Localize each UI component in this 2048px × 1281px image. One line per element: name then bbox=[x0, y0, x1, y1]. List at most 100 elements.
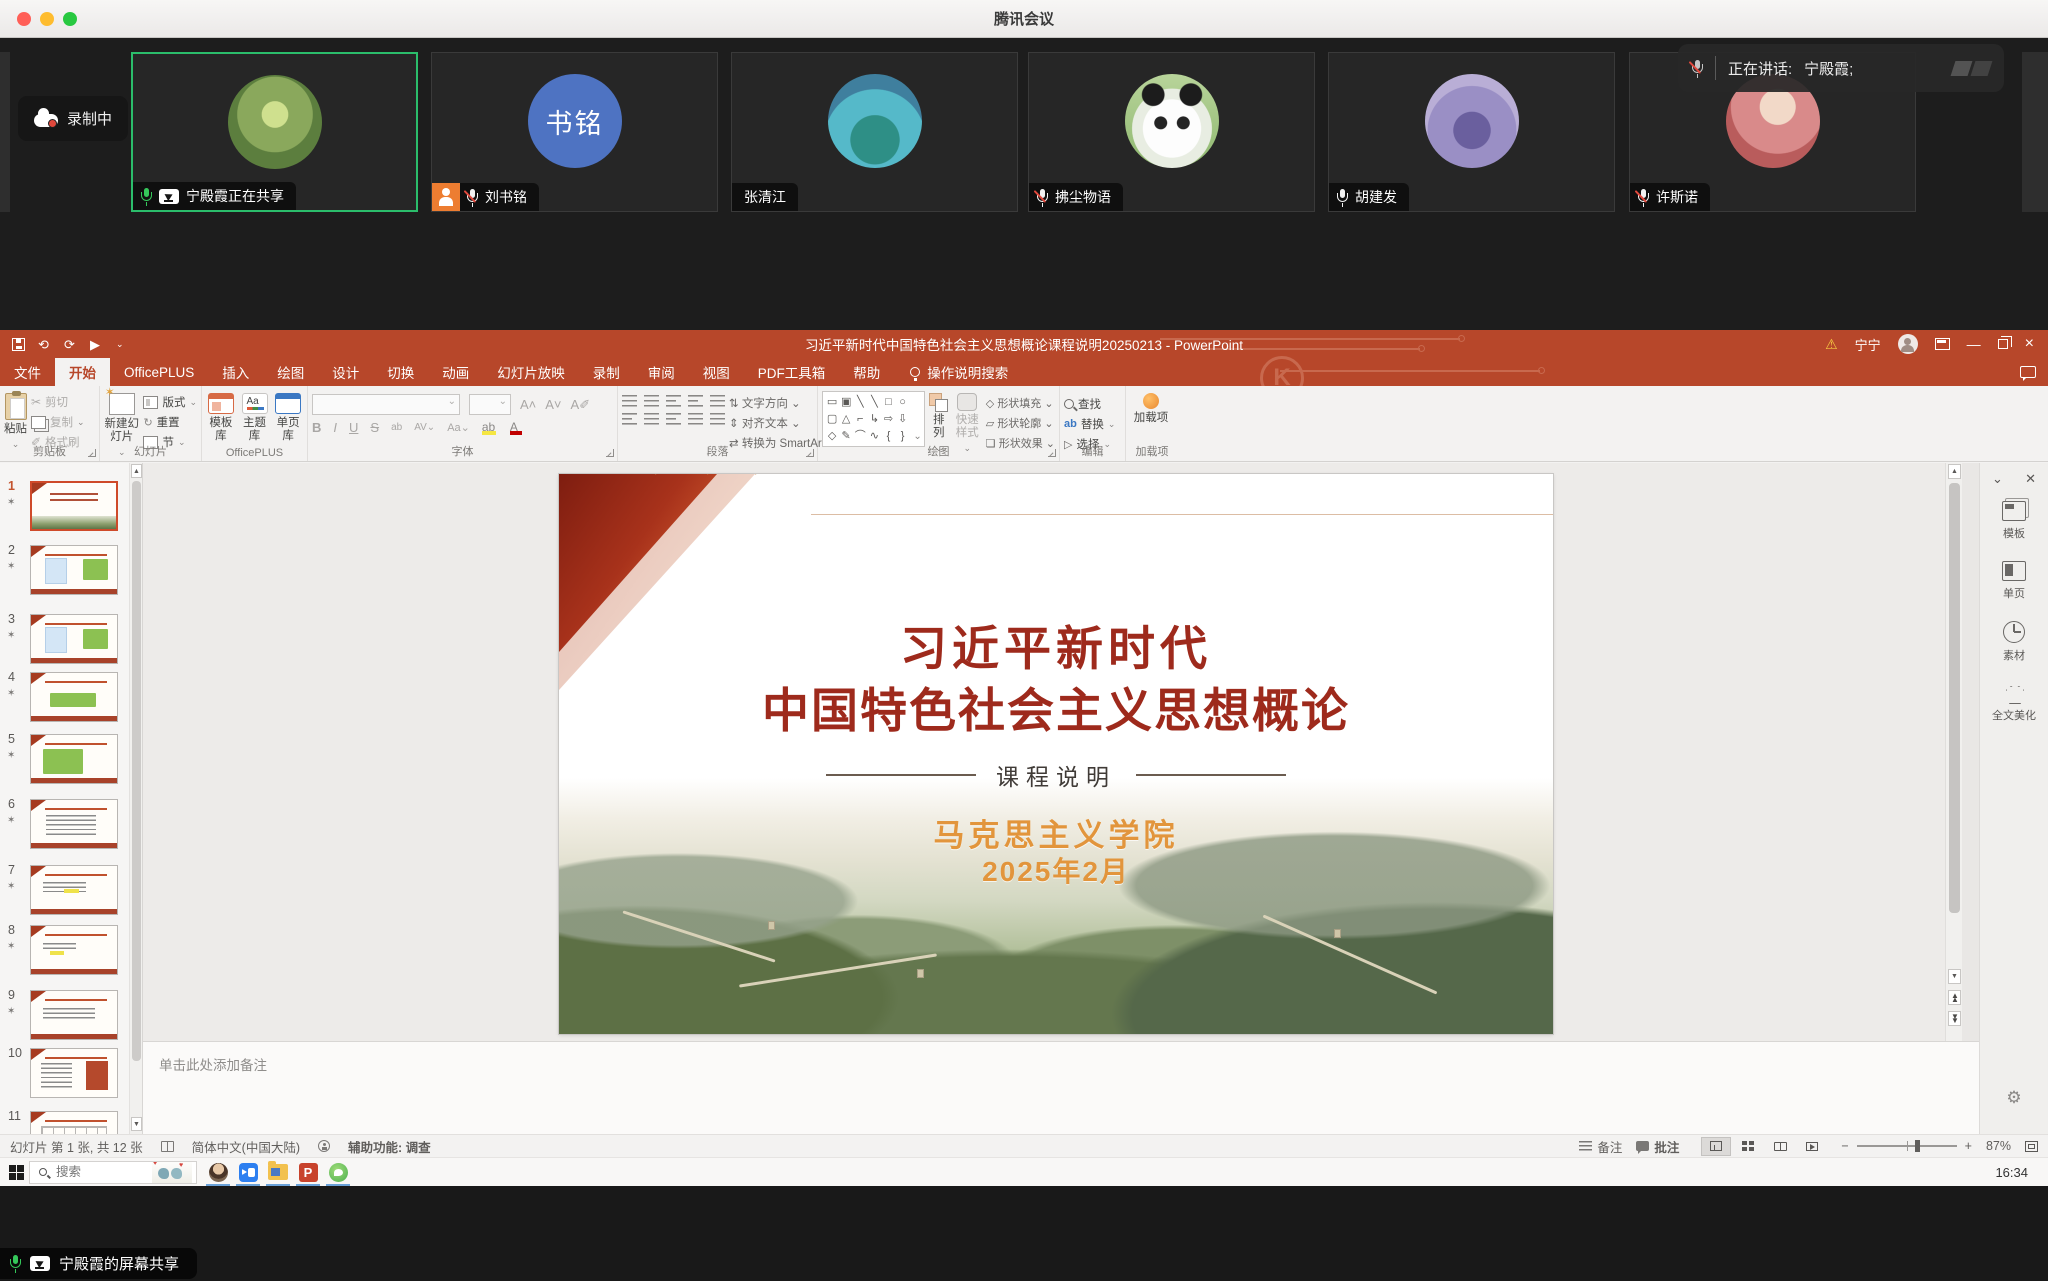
increase-indent-button[interactable] bbox=[688, 395, 703, 408]
slide-date[interactable]: 2025年2月 bbox=[559, 850, 1553, 890]
shape-outline-button[interactable]: ▱ 形状轮廓 ⌄ bbox=[986, 415, 1055, 431]
tab-insert[interactable]: 插入 bbox=[208, 358, 263, 386]
dialog-launcher-icon[interactable] bbox=[88, 449, 96, 457]
theme-library-button[interactable]: 主题库 bbox=[240, 391, 270, 443]
text-shadow-button[interactable]: ab bbox=[391, 422, 402, 433]
template-library-button[interactable]: 模板库 bbox=[206, 391, 236, 443]
italic-button[interactable]: I bbox=[333, 420, 337, 435]
zoom-in-button[interactable]: + bbox=[1965, 1139, 1972, 1153]
video-tile-hujianfa[interactable]: 胡建发 bbox=[1328, 52, 1615, 212]
tab-view[interactable]: 视图 bbox=[689, 358, 744, 386]
cut-button[interactable]: ✂剪切 bbox=[31, 394, 85, 410]
bullets-button[interactable] bbox=[622, 395, 637, 408]
scrollbar-thumb[interactable] bbox=[132, 481, 141, 1061]
account-avatar[interactable] bbox=[1898, 334, 1918, 354]
bold-button[interactable]: B bbox=[312, 420, 321, 435]
tab-design[interactable]: 设计 bbox=[318, 358, 373, 386]
font-size-select[interactable] bbox=[469, 394, 511, 415]
panel-close-icon[interactable]: ✕ bbox=[2025, 471, 2036, 487]
slide-title-line2[interactable]: 中国特色社会主义思想概论 bbox=[559, 672, 1553, 741]
tab-help[interactable]: 帮助 bbox=[839, 358, 894, 386]
slide-scrollbar[interactable]: ▲ ▼ ▲▲ ▼▼ bbox=[1945, 463, 1962, 1041]
panel-collapse-icon[interactable]: ⌄ bbox=[1992, 471, 2003, 487]
zoom-slider-thumb[interactable] bbox=[1915, 1140, 1920, 1152]
search-input[interactable] bbox=[54, 1164, 145, 1180]
dialog-launcher-icon[interactable] bbox=[606, 449, 614, 457]
comments-toggle[interactable]: 批注 bbox=[1636, 1137, 1679, 1156]
video-tile-zhangqingjiang[interactable]: 张清江 bbox=[731, 52, 1018, 212]
paste-button[interactable]: 粘贴⌄ bbox=[4, 391, 27, 450]
taskbar-app-meeting[interactable] bbox=[233, 1158, 263, 1186]
scroll-up-icon[interactable]: ▲ bbox=[1948, 464, 1961, 479]
notes-pane[interactable]: 单击此处添加备注 bbox=[143, 1041, 1979, 1134]
scrollbar-thumb[interactable] bbox=[1949, 483, 1960, 913]
zoom-out-button[interactable]: − bbox=[1841, 1139, 1848, 1153]
slide-canvas[interactable]: 习近平新时代 中国特色社会主义思想概论 课程说明 马克思主义学院 2025年2月 bbox=[143, 463, 1962, 1041]
tab-pdf-tools[interactable]: PDF工具箱 bbox=[744, 358, 840, 386]
recording-indicator[interactable]: 录制中 bbox=[18, 96, 128, 141]
slideshow-view-button[interactable] bbox=[1797, 1137, 1827, 1156]
align-center-button[interactable] bbox=[644, 413, 659, 426]
taskbar-app-contacts[interactable] bbox=[203, 1158, 233, 1186]
tab-transitions[interactable]: 切换 bbox=[373, 358, 428, 386]
taskbar-clock[interactable]: 16:34 bbox=[1995, 1165, 2048, 1180]
notes-placeholder[interactable]: 单击此处添加备注 bbox=[143, 1042, 1979, 1086]
taskbar-app-wechat[interactable] bbox=[323, 1158, 353, 1186]
notes-toggle[interactable]: 备注 bbox=[1579, 1137, 1622, 1156]
decrease-indent-button[interactable] bbox=[666, 395, 681, 408]
scroll-down-icon[interactable]: ▼ bbox=[131, 1117, 142, 1131]
taskbar-app-powerpoint[interactable]: P bbox=[293, 1158, 323, 1186]
find-button[interactable]: 查找 bbox=[1064, 396, 1115, 412]
shape-fill-button[interactable]: ◇ 形状填充 ⌄ bbox=[986, 395, 1055, 411]
shapes-gallery[interactable]: ▭▣╲╲□○ ▢△⌐↳⇨⇩ ◇✎⌒∿{} bbox=[822, 391, 925, 447]
sidepanel-page[interactable]: 单页 bbox=[1980, 561, 2048, 601]
copy-button[interactable]: 复制⌄ bbox=[31, 414, 85, 430]
slide-organization[interactable]: 马克思主义学院 bbox=[559, 810, 1553, 855]
accessibility-status[interactable]: 辅助功能: 调查 bbox=[348, 1137, 431, 1156]
taskbar-app-explorer[interactable] bbox=[263, 1158, 293, 1186]
tab-file[interactable]: 文件 bbox=[0, 358, 55, 386]
change-case-button[interactable]: Aa⌄ bbox=[447, 421, 470, 434]
dialog-launcher-icon[interactable] bbox=[1048, 449, 1056, 457]
numbering-button[interactable] bbox=[644, 395, 659, 408]
grow-font-button[interactable]: A˄ bbox=[520, 397, 536, 412]
restore-button[interactable] bbox=[1998, 339, 2008, 349]
thumbnail-scrollbar[interactable]: ▲ ▼ bbox=[129, 463, 142, 1134]
reading-view-button[interactable] bbox=[1765, 1137, 1795, 1156]
customize-quick-access-icon[interactable]: ⌄ bbox=[116, 338, 129, 351]
slide-title-line1[interactable]: 习近平新时代 bbox=[559, 610, 1553, 679]
tab-officeplus[interactable]: OfficePLUS bbox=[110, 358, 208, 386]
next-slide-button[interactable]: ▼▼ bbox=[1948, 1011, 1961, 1026]
spellcheck-icon[interactable] bbox=[161, 1141, 174, 1152]
tab-animations[interactable]: 动画 bbox=[428, 358, 483, 386]
tab-review[interactable]: 审阅 bbox=[634, 358, 689, 386]
font-color-button[interactable]: A bbox=[510, 420, 526, 435]
layout-button[interactable]: 版式⌄ bbox=[143, 394, 197, 410]
tab-record[interactable]: 录制 bbox=[579, 358, 634, 386]
search-widget-image[interactable] bbox=[152, 1162, 192, 1183]
minimize-button[interactable]: — bbox=[1967, 337, 1981, 351]
close-button[interactable]: × bbox=[2025, 336, 2034, 352]
video-tile-liushuming[interactable]: 书铭 刘书铭 bbox=[431, 52, 718, 212]
strikethrough-button[interactable]: S bbox=[370, 420, 379, 435]
taskbar-search[interactable] bbox=[29, 1161, 197, 1184]
scroll-up-icon[interactable]: ▲ bbox=[131, 464, 142, 478]
zoom-slider[interactable] bbox=[1857, 1145, 1957, 1147]
video-tile-ningdianxia[interactable]: 宁殿霞正在共享 bbox=[131, 52, 418, 212]
reset-button[interactable]: ↻重置 bbox=[143, 414, 197, 430]
video-tile-fuchenwuyu[interactable]: 拂尘物语 bbox=[1028, 52, 1315, 212]
slide-1-editing-view[interactable]: 习近平新时代 中国特色社会主义思想概论 课程说明 马克思主义学院 2025年2月 bbox=[559, 474, 1553, 1034]
sidepanel-template[interactable]: 模板 bbox=[1980, 501, 2048, 541]
underline-button[interactable]: U bbox=[349, 420, 358, 435]
ribbon-display-options-icon[interactable] bbox=[1935, 338, 1950, 350]
dialog-launcher-icon[interactable] bbox=[806, 449, 814, 457]
previous-slide-button[interactable]: ▲▲ bbox=[1948, 990, 1961, 1005]
tab-draw[interactable]: 绘图 bbox=[263, 358, 318, 386]
align-left-button[interactable] bbox=[622, 413, 637, 426]
feedback-icon[interactable] bbox=[2020, 358, 2036, 386]
shrink-font-button[interactable]: A˅ bbox=[545, 397, 561, 412]
windows-start-button[interactable] bbox=[9, 1165, 24, 1180]
tab-slideshow[interactable]: 幻灯片放映 bbox=[483, 358, 579, 386]
highlight-color-button[interactable]: ab bbox=[482, 420, 498, 435]
page-library-button[interactable]: 单页库 bbox=[273, 391, 303, 443]
